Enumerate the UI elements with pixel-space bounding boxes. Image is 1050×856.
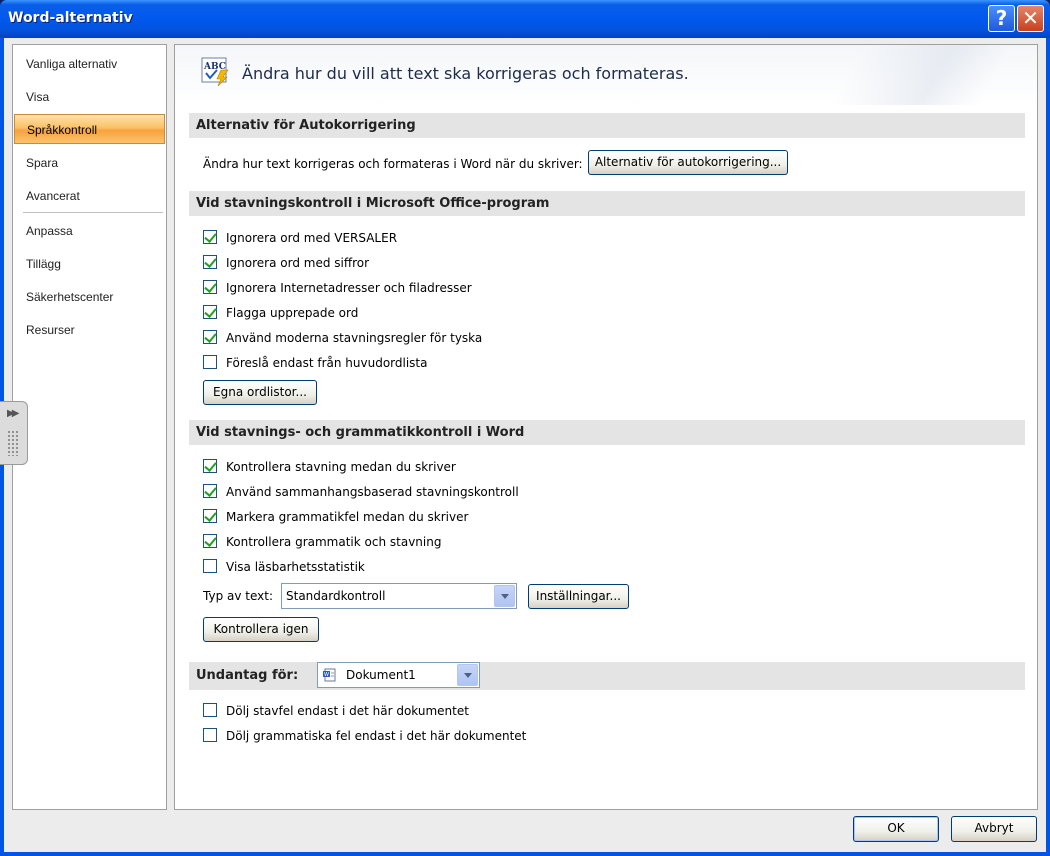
category-nav: Vanliga alternativ Visa Språkkontroll Sp…	[12, 44, 167, 810]
nav-item-avancerat[interactable]: Avancerat	[14, 181, 165, 211]
nav-item-resurser[interactable]: Resurser	[14, 315, 165, 345]
checkbox-label: Kontrollera stavning medan du skriver	[226, 460, 456, 474]
checkbox-readability-statistics[interactable]	[203, 559, 217, 573]
custom-dictionaries-button[interactable]: Egna ordlistor...	[203, 380, 317, 405]
checkbox-label: Ignorera Internetadresser och filadresse…	[226, 281, 472, 295]
nav-label: Resurser	[26, 323, 75, 337]
ok-button[interactable]: OK	[853, 816, 939, 842]
help-button[interactable]: ?	[988, 5, 1015, 32]
exceptions-document-select[interactable]: W Dokument1	[317, 662, 480, 688]
nav-label: Språkkontroll	[27, 123, 98, 137]
word-document-icon: W	[323, 668, 336, 682]
checkbox-label: Kontrollera grammatik och stavning	[226, 535, 442, 549]
autocorrect-description: Ändra hur text korrigeras och formateras…	[203, 157, 583, 171]
section-title: Vid stavningskontroll i Microsoft Office…	[196, 196, 550, 211]
help-icon: ?	[995, 6, 1008, 30]
checkbox-hide-grammar-errors[interactable]	[203, 728, 217, 742]
abc-spellcheck-icon: ABC	[201, 57, 229, 87]
nav-label: Anpassa	[26, 224, 73, 238]
main-content: ABC Ändra hur du vill att text ska korri…	[174, 44, 1038, 810]
section-office-spelling: Vid stavningskontroll i Microsoft Office…	[189, 191, 1025, 216]
svg-text:W: W	[324, 672, 329, 678]
button-label: Egna ordlistor...	[213, 385, 307, 399]
page-title: Ändra hur du vill att text ska korrigera…	[242, 64, 689, 83]
recheck-document-button[interactable]: Kontrollera igen	[203, 617, 319, 642]
checkbox-contextual-spelling[interactable]	[203, 484, 217, 498]
checkbox-german-rules[interactable]	[203, 330, 217, 344]
writing-style-select[interactable]: Standardkontroll	[281, 583, 517, 609]
grammar-settings-button[interactable]: Inställningar...	[528, 584, 629, 609]
nav-item-sakerhetscenter[interactable]: Säkerhetscenter	[14, 282, 165, 312]
writing-style-label: Typ av text:	[203, 589, 273, 603]
section-title: Undantag för:	[196, 668, 299, 683]
frame-bottom	[0, 852, 1050, 856]
section-title: Alternativ för Autokorrigering	[196, 118, 416, 133]
title-bar[interactable]: Word-alternativ ? ✕	[0, 0, 1050, 38]
section-autocorrect: Alternativ för Autokorrigering	[189, 113, 1025, 138]
checkbox-label: Visa läsbarhetsstatistik	[226, 560, 365, 574]
nav-item-spara[interactable]: Spara	[14, 148, 165, 178]
expand-arrows-icon: ▶▶	[7, 408, 20, 419]
exceptions-document-value: Dokument1	[346, 668, 416, 682]
checkbox-ignore-uppercase[interactable]	[203, 230, 217, 244]
checkbox-label: Markera grammatikfel medan du skriver	[226, 510, 469, 524]
autocorrect-options-button[interactable]: Alternativ för autokorrigering...	[588, 150, 788, 175]
checkbox-label: Använd moderna stavningsregler för tyska	[226, 331, 483, 345]
chevron-down-icon[interactable]	[457, 664, 478, 686]
checkbox-ignore-internet-addresses[interactable]	[203, 280, 217, 294]
checkbox-flag-repeated[interactable]	[203, 305, 217, 319]
checkbox-label: Flagga upprepade ord	[226, 306, 359, 320]
cancel-button[interactable]: Avbryt	[951, 816, 1037, 842]
nav-label: Spara	[26, 156, 59, 170]
button-label: OK	[887, 821, 905, 835]
checkbox-hide-spelling-errors[interactable]	[203, 703, 217, 717]
nav-item-tillagg[interactable]: Tillägg	[14, 249, 165, 279]
checkbox-ignore-numbers[interactable]	[203, 255, 217, 269]
grip-icon	[7, 430, 19, 456]
checkbox-label: Dölj stavfel endast i det här dokumentet	[226, 704, 469, 718]
close-button[interactable]: ✕	[1017, 5, 1044, 32]
section-title: Vid stavnings- och grammatikkontroll i W…	[196, 425, 525, 440]
nav-item-vanliga-alternativ[interactable]: Vanliga alternativ	[14, 49, 165, 79]
section-word-spelling: Vid stavnings- och grammatikkontroll i W…	[189, 420, 1025, 445]
side-panel-handle[interactable]: ▶▶	[0, 401, 28, 465]
nav-item-visa[interactable]: Visa	[14, 82, 165, 112]
writing-style-value: Standardkontroll	[286, 589, 386, 603]
page-header: ABC Ändra hur du vill att text ska korri…	[175, 45, 1037, 105]
close-icon: ✕	[1022, 6, 1039, 30]
button-label: Kontrollera igen	[213, 622, 309, 636]
checkbox-mark-grammar-errors[interactable]	[203, 509, 217, 523]
window-title: Word-alternativ	[8, 10, 133, 26]
dialog-window: Word-alternativ ? ✕ Vanliga alternativ V…	[0, 0, 1050, 856]
checkbox-label: Föreslå endast från huvudordlista	[226, 356, 428, 370]
checkbox-label: Ignorera ord med VERSALER	[226, 231, 398, 245]
nav-label: Visa	[26, 90, 50, 104]
nav-label: Avancerat	[26, 189, 80, 203]
nav-label: Vanliga alternativ	[26, 57, 118, 71]
nav-item-anpassa[interactable]: Anpassa	[14, 216, 165, 246]
checkbox-check-grammar-with-spelling[interactable]	[203, 534, 217, 548]
button-label: Inställningar...	[536, 589, 621, 603]
nav-item-sprakkontroll[interactable]: Språkkontroll	[14, 114, 165, 144]
checkbox-label: Ignorera ord med siffror	[226, 256, 370, 270]
nav-label: Tillägg	[26, 257, 61, 271]
chevron-down-icon[interactable]	[494, 585, 515, 607]
section-exceptions: Undantag för:	[189, 662, 1025, 690]
checkbox-check-spelling-as-type[interactable]	[203, 459, 217, 473]
nav-label: Säkerhetscenter	[26, 290, 114, 304]
checkbox-label: Använd sammanhangsbaserad stavningskontr…	[226, 485, 519, 499]
button-label: Alternativ för autokorrigering...	[594, 155, 782, 169]
nav-divider	[23, 212, 163, 213]
checkbox-label: Dölj grammatiska fel endast i det här do…	[226, 729, 527, 743]
frame-right	[1046, 38, 1050, 856]
checkbox-main-dictionary-only[interactable]	[203, 355, 217, 369]
button-label: Avbryt	[974, 821, 1014, 835]
